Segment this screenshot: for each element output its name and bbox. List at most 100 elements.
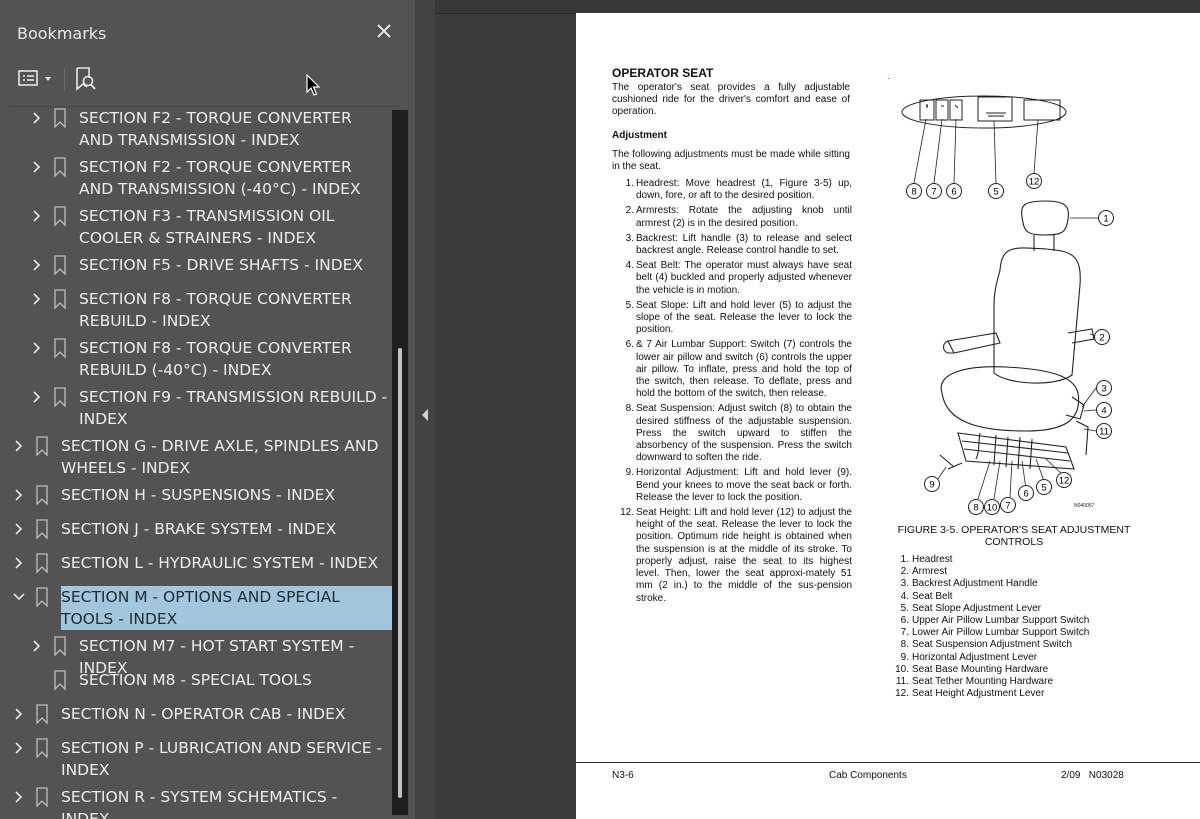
- find-bookmark-icon[interactable]: [74, 66, 98, 92]
- step-item: 1. Headrest: Move headrest (1, Figure 3-5…: [612, 178, 852, 202]
- chevron-right-icon[interactable]: [12, 435, 26, 457]
- legend-text: Backrest Adjustment Handle: [912, 578, 1038, 590]
- adjustment-steps: 1. Headrest: Move headrest (1, Figure 3-5…: [612, 178, 852, 608]
- legend-item: 12. Seat Height Adjustment Lever: [894, 688, 1134, 700]
- callout-label: 3: [1101, 384, 1106, 395]
- bookmark-icon: [35, 435, 49, 457]
- step-number: 4.: [625, 260, 634, 272]
- chevron-right-icon[interactable]: [30, 107, 44, 129]
- step-item: 6. & 7 Air Lumbar Support: Switch (7) con…: [612, 339, 852, 400]
- legend-text: Seat Suspension Adjustment Switch: [912, 639, 1073, 651]
- bookmark-icon: [35, 484, 49, 506]
- legend-text: Armrest: [912, 566, 947, 578]
- close-icon[interactable]: [373, 20, 395, 42]
- legend-item: 6. Upper Air Pillow Lumbar Support Switch: [894, 615, 1134, 627]
- step-text: Armrests: Rotate the adjusting knob unti…: [636, 205, 852, 229]
- step-item: 9. Horizontal Adjustment: Lift and hold l…: [612, 467, 852, 504]
- step-text: Seat Slope: Lift and hold lever (5) to a…: [636, 299, 852, 336]
- legend-text: Seat Tether Mounting Hardware: [912, 676, 1054, 688]
- bookmark-icon: [53, 107, 67, 129]
- bookmark-tree: SECTION F2 - TORQUE CONVERTER AND TRANSM…: [0, 107, 394, 819]
- legend-text: Lower Air Pillow Lumbar Support Switch: [912, 627, 1090, 639]
- legend-text: Seat Height Adjustment Lever: [912, 688, 1045, 700]
- figure-callouts: 8 7 6 512123456789101112: [906, 173, 1114, 515]
- callout-label: 6: [1023, 489, 1028, 500]
- seat-figure: 8 7 6 512123456789101112 N040057: [901, 95, 1114, 515]
- chevron-right-icon[interactable]: [30, 337, 44, 359]
- section-heading: OPERATOR SEAT: [612, 66, 714, 80]
- footer-rule: [576, 762, 1200, 763]
- step-number: 6.: [625, 339, 634, 351]
- callout-label: 5: [993, 187, 998, 198]
- chevron-right-icon[interactable]: [30, 635, 44, 657]
- scrollbar-thumb[interactable]: [398, 348, 402, 798]
- legend-text: Headrest: [912, 554, 953, 565]
- chevron-right-icon[interactable]: [30, 386, 44, 408]
- bookmark-label: SECTION P - LUBRICATION AND SERVICE - IN…: [61, 739, 383, 779]
- bookmark-icon: [53, 635, 67, 657]
- callout-label: 2: [1099, 333, 1104, 344]
- bookmark-icon: [53, 254, 67, 276]
- collapse-panel-icon[interactable]: [419, 405, 431, 425]
- legend-text: Upper Air Pillow Lumbar Support Switch: [912, 615, 1090, 627]
- step-number: 2.: [625, 205, 634, 217]
- bookmark-label: SECTION F2 - TORQUE CONVERTER AND TRANSM…: [79, 109, 352, 149]
- legend-number: 11.: [895, 676, 909, 688]
- chevron-right-icon[interactable]: [12, 518, 26, 540]
- legend-item: 11. Seat Tether Mounting Hardware: [894, 676, 1134, 688]
- page-speck: ·: [887, 74, 890, 83]
- step-item: 3. Backrest: Lift handle (3) to release a…: [612, 233, 852, 257]
- legend-number: 10.: [895, 663, 909, 675]
- legend-item: 1. Headrest: [894, 554, 1134, 566]
- bookmark-icon: [35, 518, 49, 540]
- bookmark-label: SECTION R - SYSTEM SCHEMATICS - INDEX: [61, 788, 338, 819]
- chevron-right-icon[interactable]: [12, 703, 26, 725]
- callout-label: 4: [1101, 406, 1106, 417]
- legend-text: Seat Base Mounting Hardware: [912, 663, 1049, 675]
- legend-number: 1.: [900, 554, 909, 565]
- bookmark-icon: [35, 703, 49, 725]
- step-item: 12. Seat Height: Lift and hold lever (12)…: [612, 507, 852, 605]
- legend-number: 3.: [900, 578, 909, 590]
- figure-caption: FIGURE 3-5. OPERATOR'S SEAT ADJUSTMENT C…: [897, 524, 1131, 548]
- legend-number: 4.: [900, 590, 909, 602]
- chevron-right-icon[interactable]: [12, 786, 26, 808]
- viewer-top-strip: [435, 0, 1200, 14]
- legend-item: 9. Horizontal Adjustment Lever: [894, 652, 1134, 664]
- chevron-right-icon[interactable]: [12, 484, 26, 506]
- bookmark-icon: [53, 386, 67, 408]
- chevron-right-icon[interactable]: [30, 205, 44, 227]
- chevron-down-icon[interactable]: [12, 586, 26, 608]
- options-menu-icon[interactable]: [17, 68, 57, 90]
- chevron-right-icon[interactable]: [12, 552, 26, 574]
- bookmark-label: SECTION N - OPERATOR CAB - INDEX: [61, 705, 346, 723]
- control-panel-inset: [901, 95, 1067, 129]
- legend-text: Seat Belt: [912, 590, 953, 602]
- step-number: 12.: [620, 507, 634, 519]
- legend-number: 12.: [895, 688, 909, 700]
- bookmark-icon: [53, 288, 67, 310]
- chevron-right-icon[interactable]: [30, 288, 44, 310]
- bookmark-label: SECTION M8 - SPECIAL TOOLS: [79, 671, 312, 689]
- callout-label: 12: [1059, 476, 1070, 487]
- intro-paragraph: The operator's seat provides a fully adj…: [612, 82, 850, 117]
- bookmark-label: SECTION F9 - TRANSMISSION REBUILD - INDE…: [79, 388, 388, 428]
- step-number: 9.: [625, 467, 634, 479]
- legend-item: 5. Seat Slope Adjustment Lever: [894, 603, 1134, 615]
- chevron-right-icon[interactable]: [12, 737, 26, 759]
- subheading: Adjustment: [612, 130, 667, 141]
- bookmark-icon: [53, 205, 67, 227]
- chevron-right-icon[interactable]: [30, 156, 44, 178]
- chevron-right-icon[interactable]: [30, 254, 44, 276]
- footer-section: Cab Components: [829, 770, 907, 781]
- bookmark-icon: [53, 337, 67, 359]
- step-item: 8. Seat Suspension: Adjust switch (8) to …: [612, 403, 852, 464]
- figure-code: N040057: [1074, 503, 1095, 509]
- step-item: 5. Seat Slope: Lift and hold lever (5) to…: [612, 300, 852, 337]
- step-text: Headrest: Move headrest (1, Figure 3-5) …: [636, 178, 852, 202]
- callout-label: 10: [987, 503, 998, 514]
- step-text: Seat Belt: The operator must always have…: [636, 260, 852, 296]
- step-text: Horizontal Adjustment: Lift and hold lev…: [636, 467, 852, 503]
- bookmark-label: SECTION F3 - TRANSMISSION OIL COOLER & S…: [79, 207, 335, 247]
- bookmarks-toolbar: [0, 58, 400, 106]
